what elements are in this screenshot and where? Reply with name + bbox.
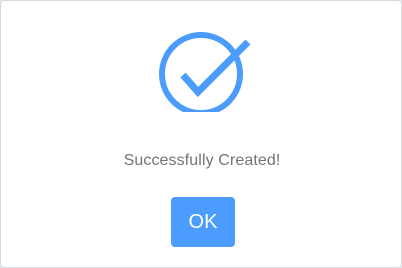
ok-button[interactable]: OK	[171, 197, 235, 247]
success-dialog: Successfully Created! OK	[0, 0, 402, 268]
success-message: Successfully Created!	[123, 152, 281, 169]
check-circle-icon	[157, 32, 252, 112]
